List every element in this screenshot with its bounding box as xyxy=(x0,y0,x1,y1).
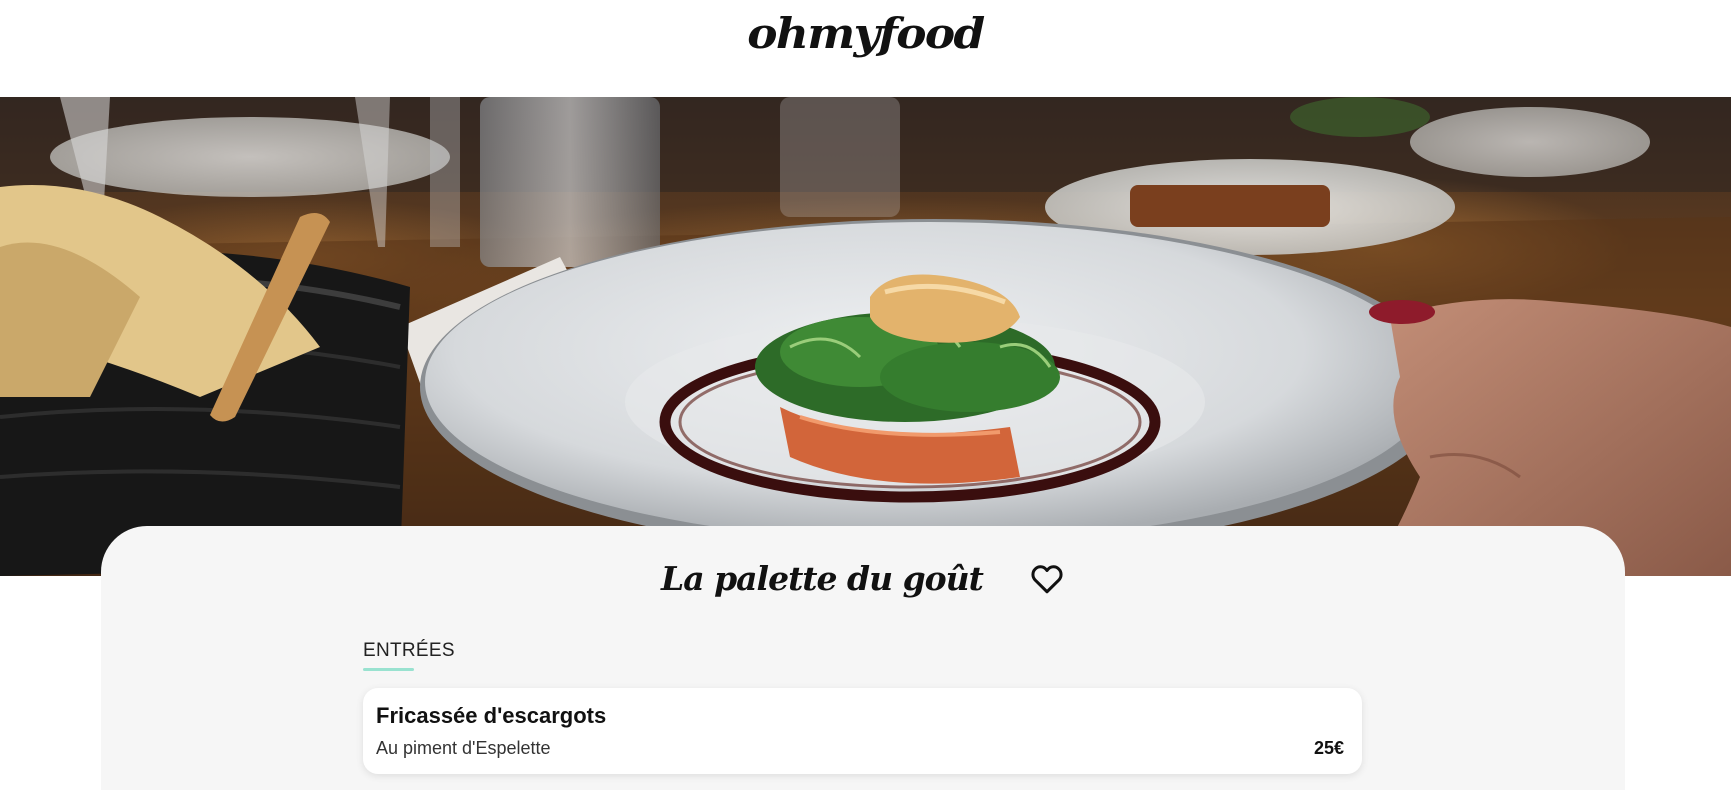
dish-price: 25€ xyxy=(1313,738,1344,758)
hero-photo-illustration: Table Dolle xyxy=(0,97,1731,576)
section-title-entrees: ENTRÉES xyxy=(363,640,455,661)
heart-outline-icon[interactable] xyxy=(1029,561,1065,597)
dish-description: Au piment d'Espelette xyxy=(376,738,551,758)
restaurant-name: La palette du goût xyxy=(661,559,984,598)
section-title-underline xyxy=(363,668,414,671)
dish-card[interactable]: Fricassée d'escargots Au piment d'Espele… xyxy=(363,688,1362,774)
restaurant-title-row: La palette du goût xyxy=(101,554,1625,604)
site-header: ohmyfood xyxy=(0,0,1731,97)
hero-image: Table Dolle xyxy=(0,97,1731,576)
logo[interactable]: ohmyfood xyxy=(747,9,985,97)
dish-name: Fricassée d'escargots xyxy=(376,703,607,728)
menu-card: La palette du goût ENTRÉES Fricassée d'e… xyxy=(101,526,1625,790)
